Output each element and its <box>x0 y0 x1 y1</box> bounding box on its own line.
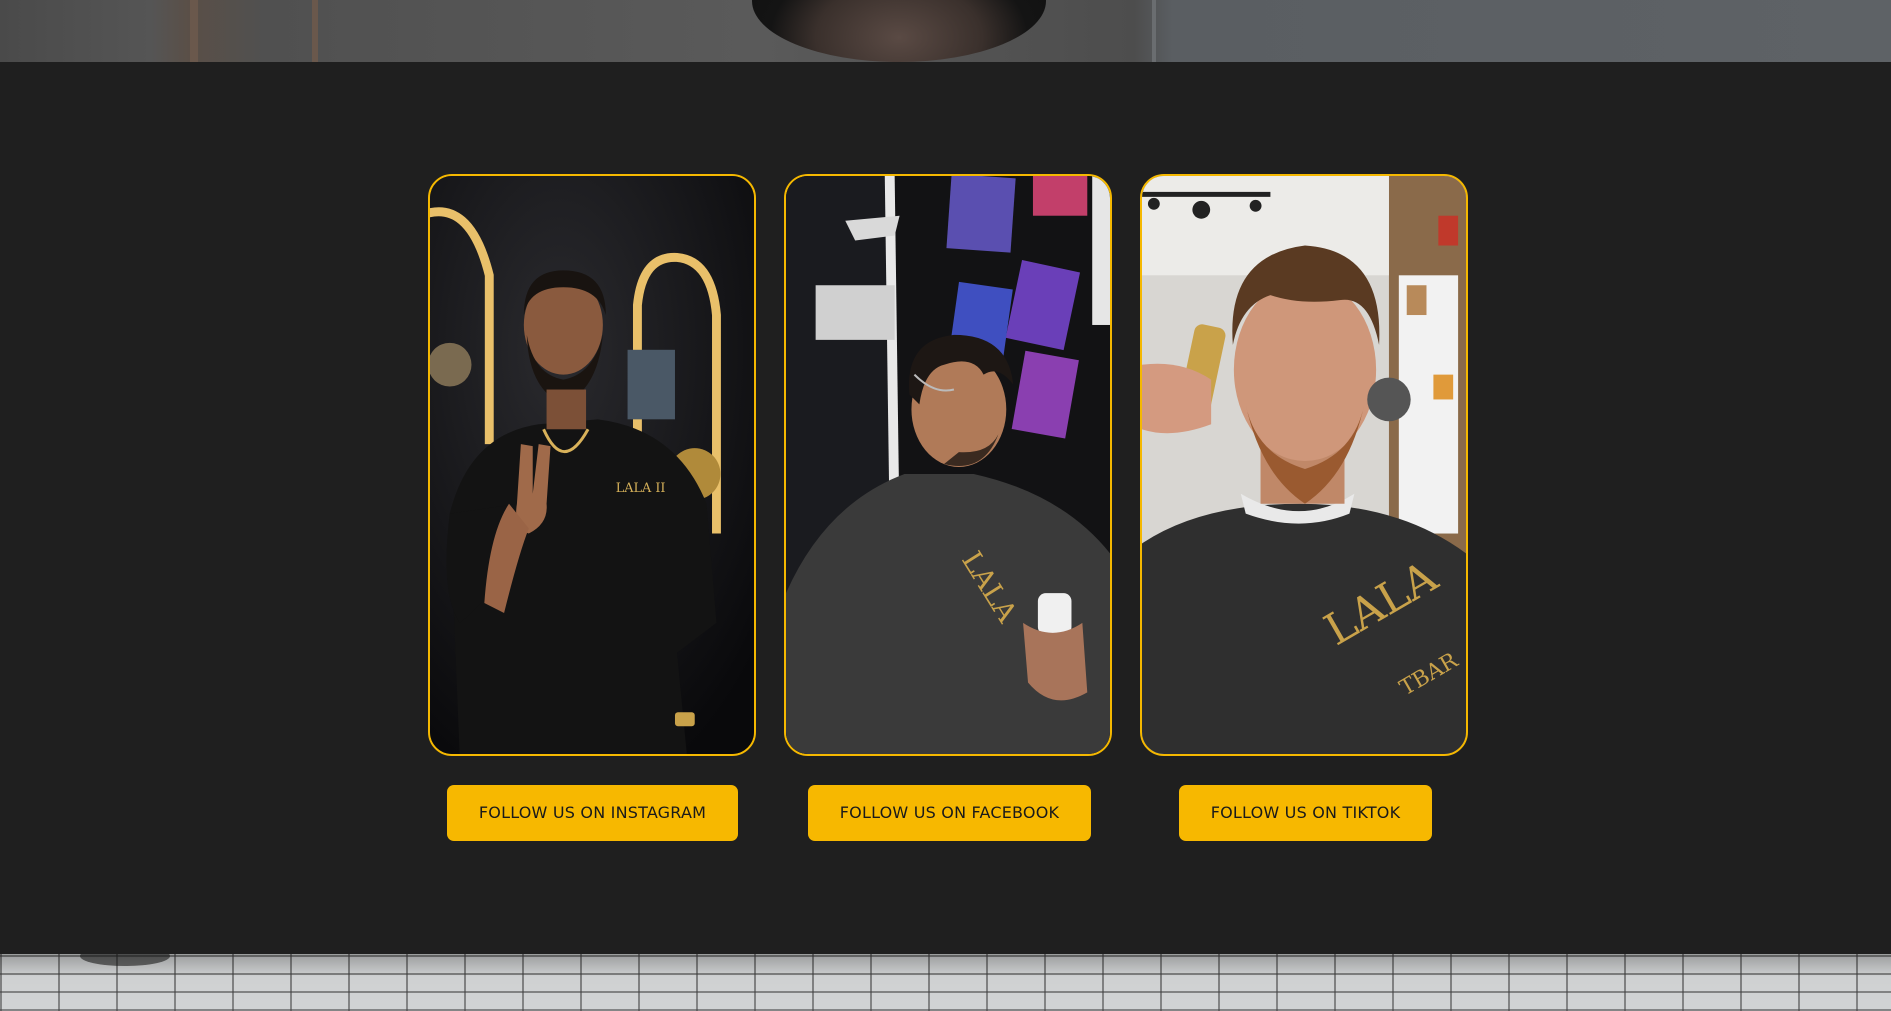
instagram-photo-card[interactable]: LALA II <box>428 174 756 756</box>
client-trimmed-photo: LALA TBAR <box>1142 176 1466 754</box>
background-pillar <box>312 0 318 62</box>
facebook-photo-card[interactable]: LALA <box>784 174 1112 756</box>
follow-instagram-button[interactable]: FOLLOW US ON INSTAGRAM <box>447 785 738 841</box>
hero-image-bottom-edge <box>0 0 1891 62</box>
floor-shadow <box>80 954 170 966</box>
follow-facebook-button[interactable]: FOLLOW US ON FACEBOOK <box>808 785 1091 841</box>
svg-text:LALA II: LALA II <box>616 481 666 496</box>
tiled-floor-image <box>0 954 1891 1011</box>
barber-peace-sign-photo: LALA II <box>430 176 754 754</box>
person-head-silhouette <box>752 0 1046 62</box>
social-follow-page: LALA II LALA LALA TBAR FOLLOW US ON INST… <box>0 0 1891 1011</box>
background-divider <box>1152 0 1156 62</box>
client-side-profile-photo: LALA <box>786 176 1110 754</box>
tiktok-photo-card[interactable]: LALA TBAR <box>1140 174 1468 756</box>
background-pillar <box>190 0 198 62</box>
follow-tiktok-button[interactable]: FOLLOW US ON TIKTOK <box>1179 785 1432 841</box>
